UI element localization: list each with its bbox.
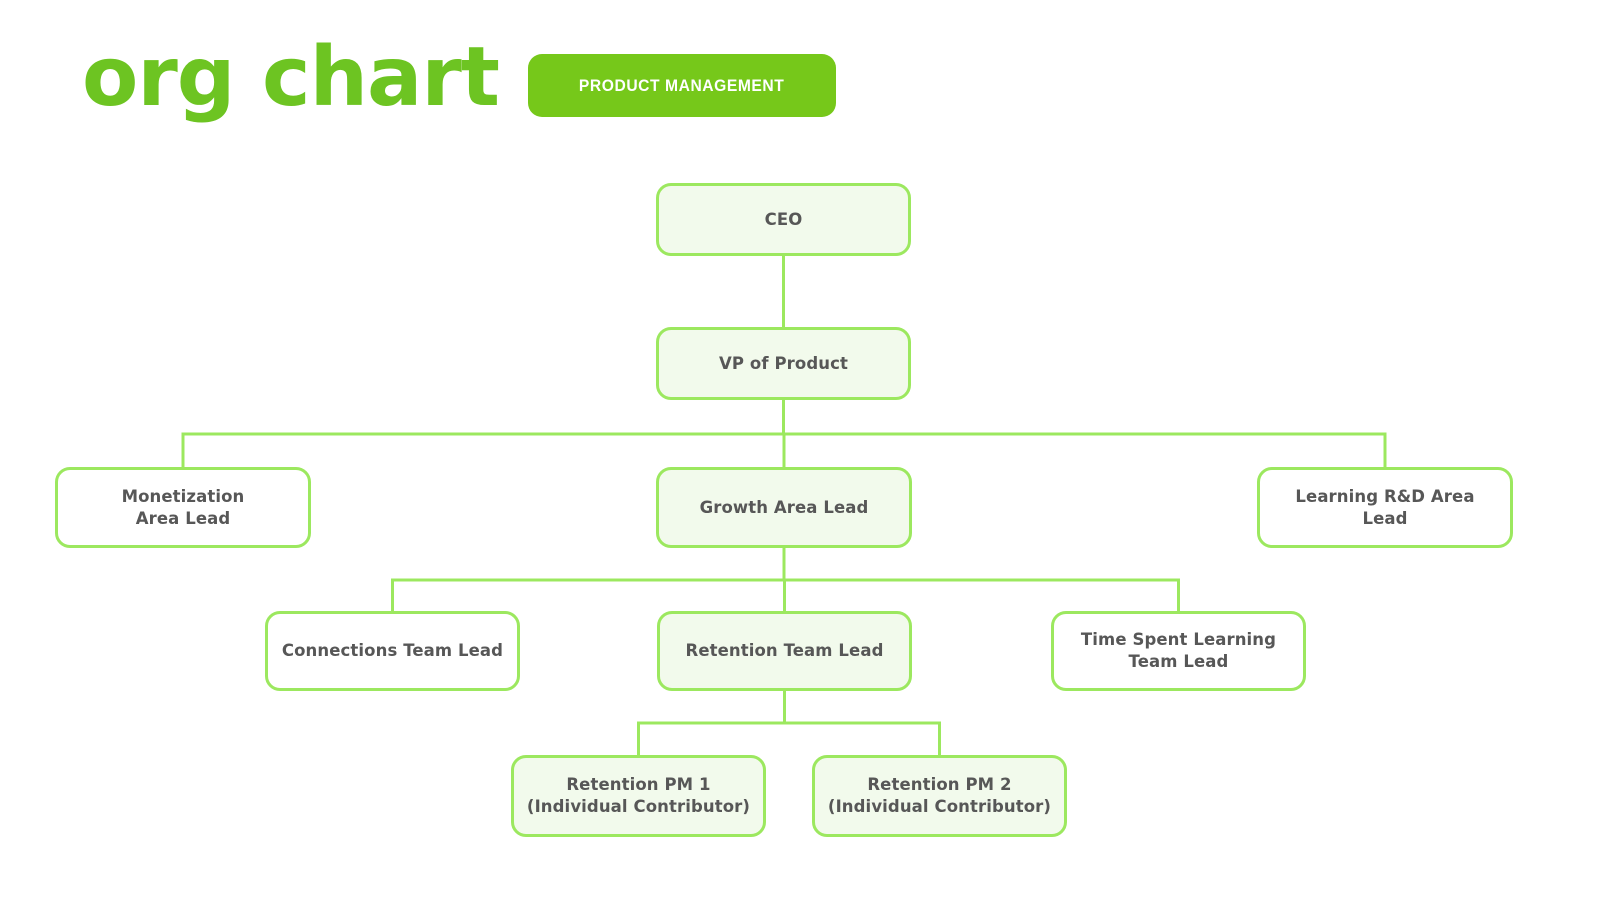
org-node-monetization-area-lead[interactable]: Monetization Area Lead: [55, 467, 311, 548]
org-node-ceo[interactable]: CEO: [656, 183, 911, 256]
org-node-retention-team-lead[interactable]: Retention Team Lead: [657, 611, 912, 691]
org-node-label: Retention Team Lead: [685, 641, 884, 661]
org-node-retention-pm-2[interactable]: Retention PM 2 (Individual Contributor): [812, 755, 1067, 837]
org-node-label: Time Spent Learning Team Lead: [1080, 630, 1277, 671]
org-node-learning-rd-area-lead[interactable]: Learning R&D Area Lead: [1257, 467, 1513, 548]
org-node-label: Connections Team Lead: [281, 641, 504, 661]
org-node-label: CEO: [764, 209, 803, 229]
category-badge-label: Product Management: [579, 75, 785, 95]
org-node-label: VP of Product: [719, 353, 848, 373]
org-node-label: Retention PM 1 (Individual Contributor): [526, 775, 751, 816]
category-badge[interactable]: Product Management: [528, 54, 836, 117]
org-node-time-spent-learning-team-lead[interactable]: Time Spent Learning Team Lead: [1051, 611, 1306, 691]
org-node-label: Monetization Area Lead: [121, 486, 245, 528]
org-node-label: Learning R&D Area Lead: [1295, 486, 1475, 528]
org-node-vp-product[interactable]: VP of Product: [656, 327, 911, 400]
org-chart-canvas: org chart Product Management CEO VP of Pr…: [0, 0, 1600, 901]
org-node-retention-pm-1[interactable]: Retention PM 1 (Individual Contributor): [511, 755, 766, 837]
org-node-connections-team-lead[interactable]: Connections Team Lead: [265, 611, 520, 691]
page-title: org chart: [82, 30, 500, 125]
chart-header: org chart Product Management: [0, 0, 1600, 160]
org-node-growth-area-lead[interactable]: Growth Area Lead: [656, 467, 912, 548]
org-node-label: Retention PM 2 (Individual Contributor): [827, 775, 1052, 816]
org-node-label: Growth Area Lead: [699, 497, 869, 517]
